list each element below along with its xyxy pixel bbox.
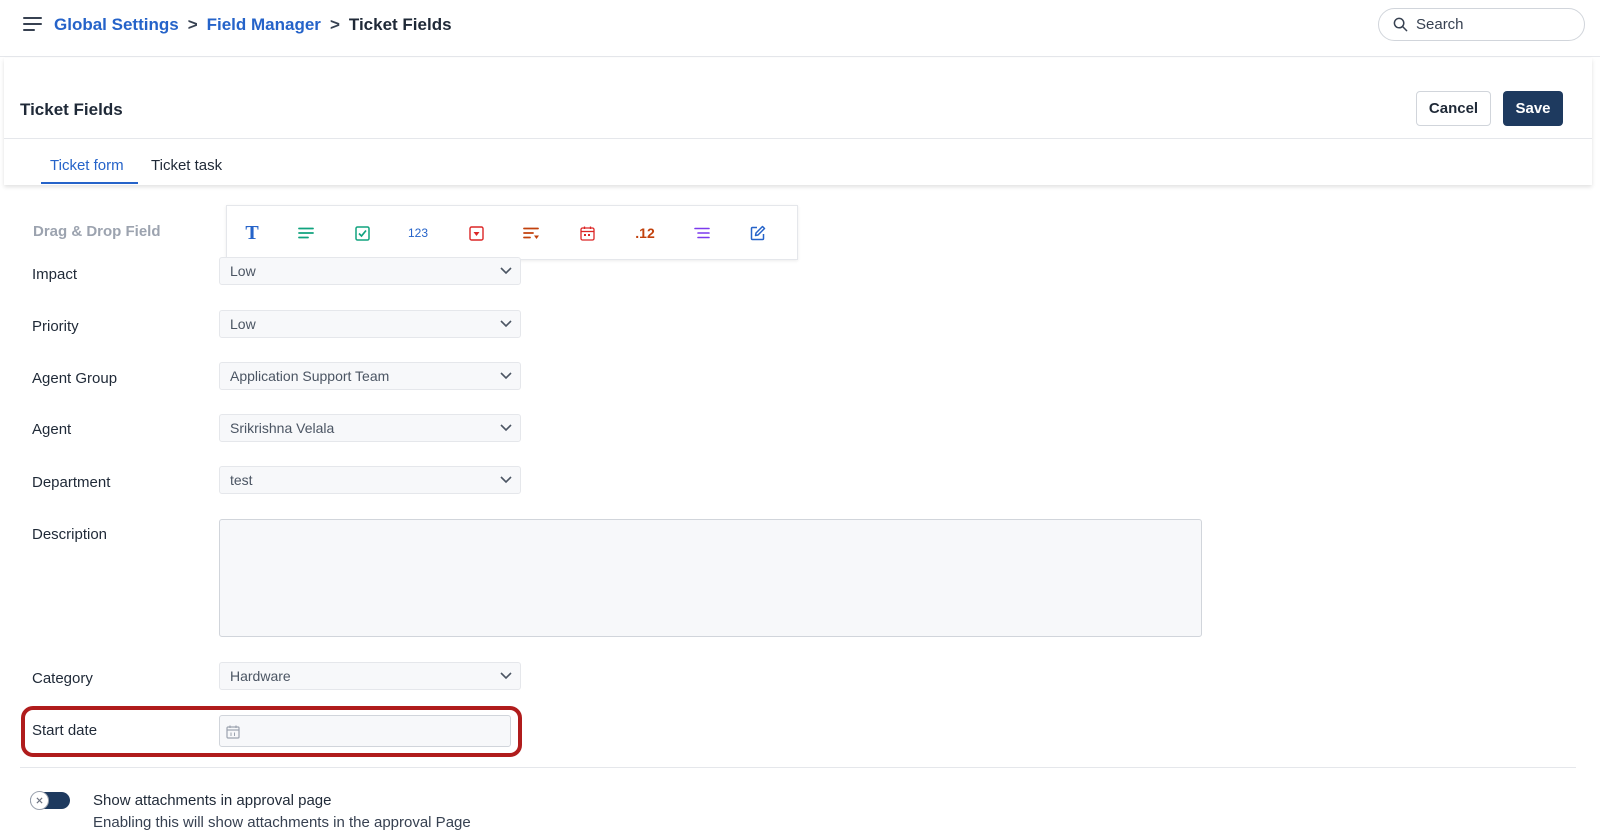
description-textarea[interactable]: [219, 519, 1202, 637]
priority-select[interactable]: Low: [219, 310, 521, 338]
category-label: Category: [32, 670, 93, 687]
edit-icon[interactable]: [748, 223, 768, 243]
search-box[interactable]: [1378, 8, 1585, 41]
chevron-down-icon: [500, 672, 512, 680]
close-icon: [36, 797, 43, 804]
priority-value: Low: [230, 316, 256, 332]
agent-select[interactable]: Srikrishna Velala: [219, 414, 521, 442]
breadcrumb-current: Ticket Fields: [348, 15, 452, 34]
date-icon[interactable]: [577, 223, 597, 243]
toggle-knob: [30, 791, 49, 810]
chevron-down-icon: [500, 267, 512, 275]
breadcrumb-separator: >: [329, 15, 340, 34]
calendar-icon: [226, 725, 240, 739]
chevron-down-icon: [500, 372, 512, 380]
priority-label: Priority: [32, 318, 79, 335]
menu-icon[interactable]: [23, 15, 43, 33]
agent-group-value: Application Support Team: [230, 368, 390, 384]
active-tab-indicator: [41, 182, 138, 184]
drag-drop-label: Drag & Drop Field: [33, 223, 161, 240]
setting-description: Enabling this will show attachments in t…: [93, 814, 471, 831]
chevron-down-icon: [500, 424, 512, 432]
tab-ticket-form[interactable]: Ticket form: [50, 157, 124, 174]
agent-group-select[interactable]: Application Support Team: [219, 362, 521, 390]
start-date-input[interactable]: [219, 715, 511, 747]
field-toolbar: T 123 .12: [226, 205, 798, 260]
attachments-toggle[interactable]: [30, 791, 70, 810]
breadcrumb-field-manager[interactable]: Field Manager: [207, 15, 321, 35]
impact-label: Impact: [32, 266, 78, 283]
text-field-glyph: T: [245, 221, 259, 244]
agent-value: Srikrishna Velala: [230, 420, 335, 436]
department-value: test: [230, 472, 253, 488]
category-value: Hardware: [230, 668, 291, 684]
checkbox-icon[interactable]: [352, 223, 372, 243]
dropdown-icon[interactable]: [466, 223, 486, 243]
save-button[interactable]: Save: [1503, 91, 1563, 126]
description-label: Description: [32, 526, 108, 543]
setting-title: Show attachments in approval page: [93, 792, 332, 809]
chevron-down-icon: [500, 476, 512, 484]
impact-value: Low: [230, 263, 256, 279]
agent-group-label: Agent Group: [32, 370, 118, 387]
search-input[interactable]: [1416, 16, 1576, 33]
number-icon[interactable]: 123: [403, 223, 433, 243]
page-title: Ticket Fields: [20, 100, 123, 119]
list-icon[interactable]: [692, 223, 712, 243]
top-bar: Global Settings > Field Manager > Ticket…: [0, 0, 1600, 57]
header-card: Ticket Fields Cancel Save Ticket form Ti…: [4, 58, 1592, 185]
search-icon: [1393, 17, 1408, 32]
agent-label: Agent: [32, 421, 72, 438]
chevron-down-icon: [500, 320, 512, 328]
category-select[interactable]: Hardware: [219, 662, 521, 690]
department-select[interactable]: test: [219, 466, 521, 494]
number-glyph: 123: [407, 226, 429, 240]
paragraph-icon[interactable]: [296, 223, 316, 243]
tab-ticket-task[interactable]: Ticket task: [151, 157, 222, 174]
section-divider: [20, 767, 1576, 768]
cancel-button[interactable]: Cancel: [1416, 91, 1491, 126]
start-date-label: Start date: [32, 722, 98, 739]
multi-select-icon[interactable]: [521, 223, 541, 243]
decimal-glyph: .12: [635, 225, 655, 241]
decimal-icon[interactable]: .12: [631, 223, 659, 243]
department-label: Department: [32, 474, 111, 491]
breadcrumb-separator: >: [187, 15, 198, 34]
breadcrumb: Global Settings > Field Manager > Ticket…: [54, 14, 452, 36]
breadcrumb-global-settings[interactable]: Global Settings: [54, 15, 179, 35]
divider: [4, 138, 1592, 139]
text-field-icon[interactable]: T: [241, 221, 263, 244]
impact-select[interactable]: Low: [219, 257, 521, 285]
